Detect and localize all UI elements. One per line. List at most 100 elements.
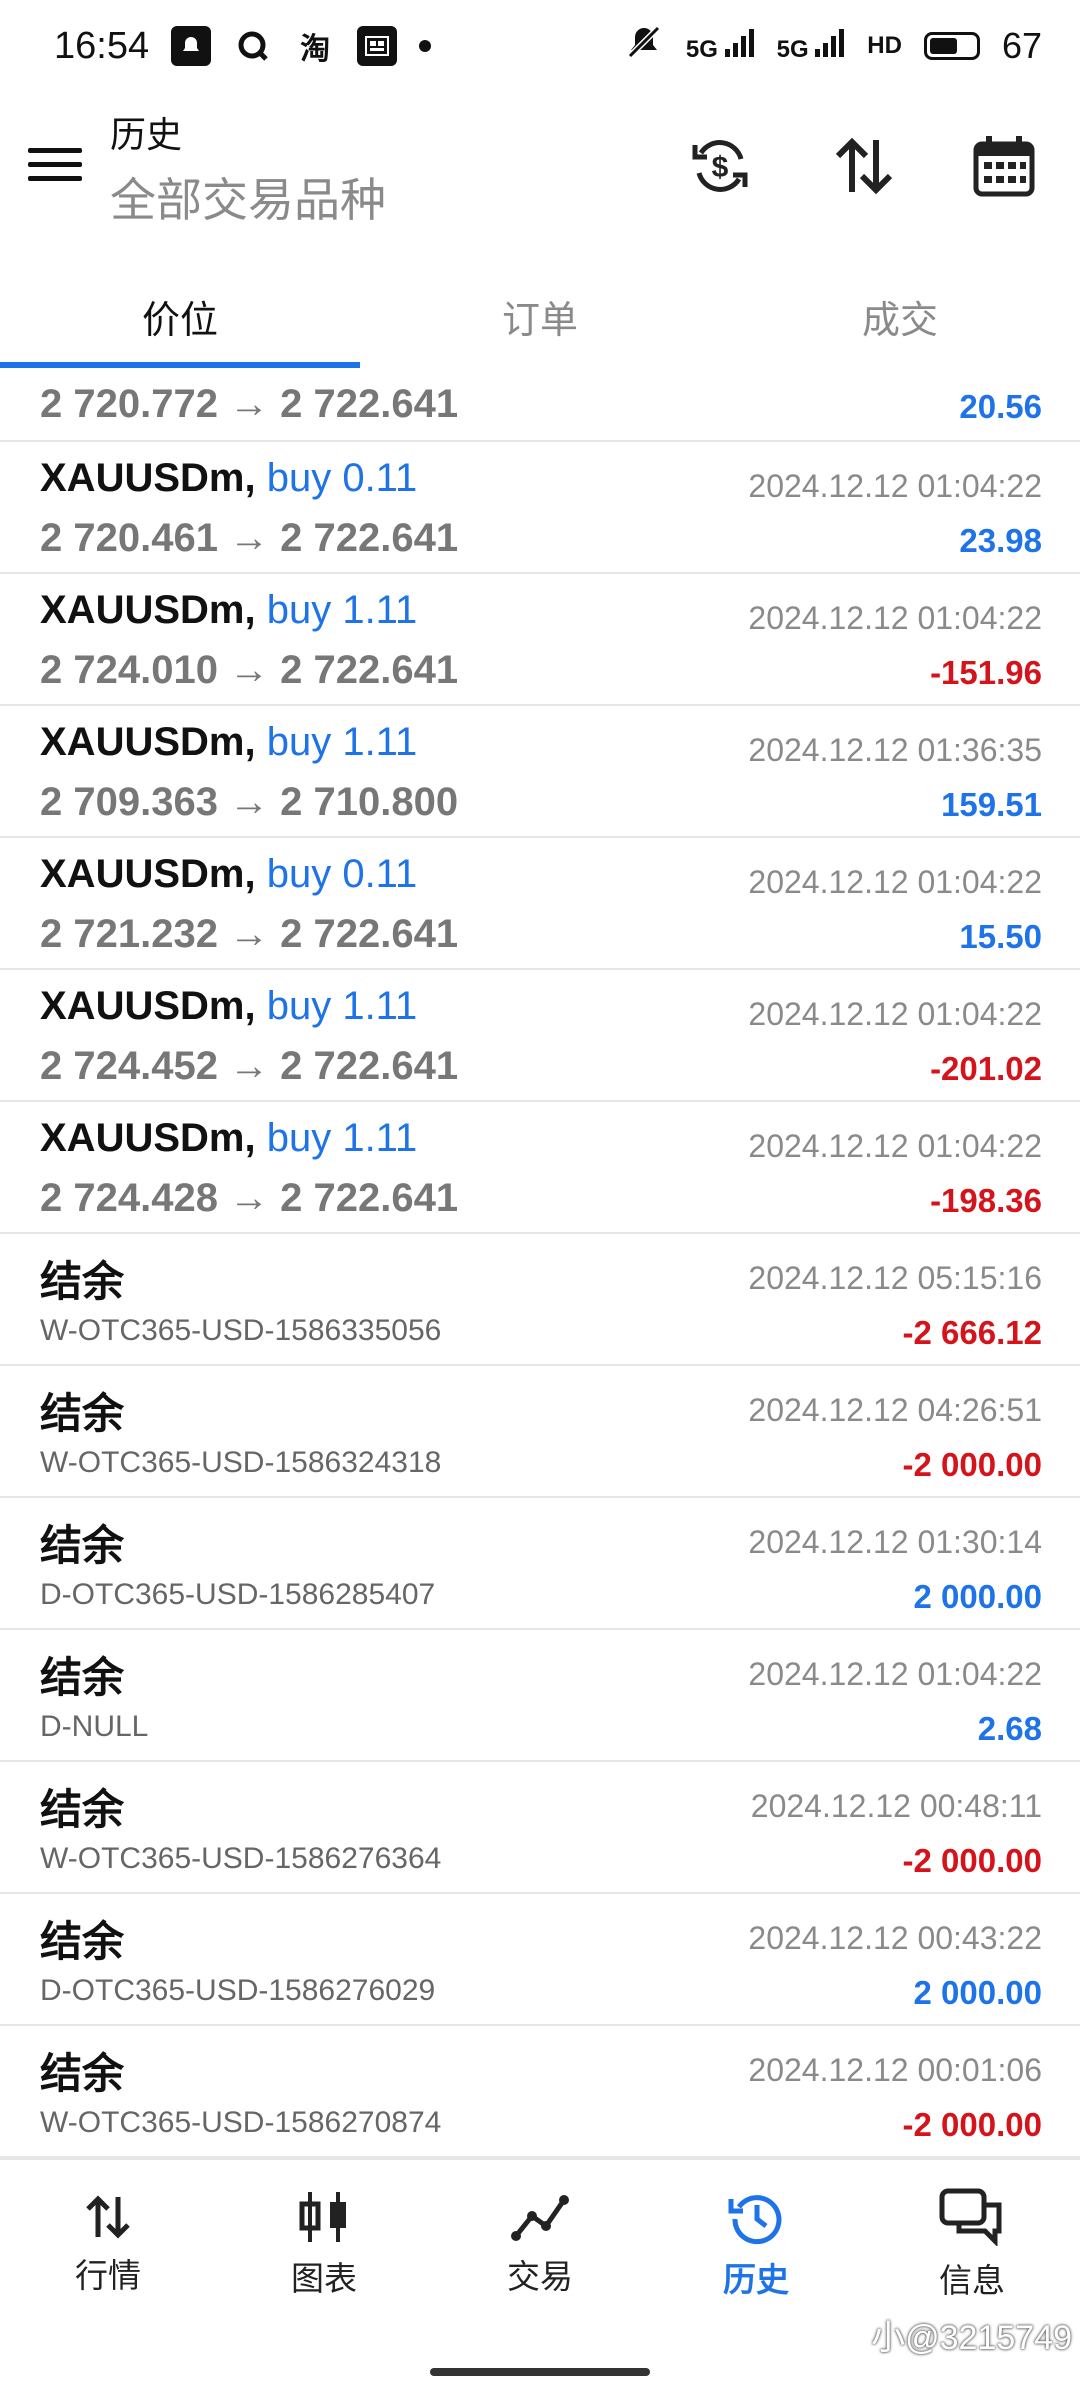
balance-date: 2024.12.12 00:48:11 — [750, 1788, 1042, 1824]
tab-bar: 价位 订单 成交 — [0, 262, 1080, 370]
battery-fill — [929, 38, 958, 54]
deal-row[interactable]: XAUUSDm, buy 0.11 2 721.232 → 2 722.641 … — [0, 838, 1080, 970]
balance-label: 结余 — [40, 2050, 125, 2097]
balance-row[interactable]: 结余 D-OTC365-USD-1586285407 2024.12.12 01… — [0, 1498, 1080, 1630]
nav-chart-label: 图表 — [291, 2260, 357, 2297]
quotes-icon — [86, 2195, 130, 2239]
deal-symbol: XAUUSDm, — [40, 1116, 256, 1160]
balance-amount: -2 000.00 — [902, 1842, 1042, 1879]
nav-chart[interactable]: 图表 — [216, 2160, 432, 2330]
deal-row[interactable]: XAUUSDm, buy 1.11 2 724.452 → 2 722.641 … — [0, 970, 1080, 1102]
symbol-filter: 全部交易品种 — [110, 174, 386, 226]
balance-amount: -2 000.00 — [902, 1446, 1042, 1483]
bottom-nav: 行情 图表 交易 历史 信息 小@3215749 — [0, 2158, 1080, 2400]
tab-orders[interactable]: 订单 — [360, 262, 720, 370]
currency-convert-icon[interactable]: $ — [680, 126, 760, 206]
deal-date: 2024.12.12 01:04:22 — [748, 1128, 1042, 1164]
watermark: 小@3215749 — [871, 2319, 1072, 2357]
nav-history[interactable]: 历史 — [648, 2160, 864, 2330]
signal-2-label: 5G — [776, 35, 809, 63]
deal-side: buy 1.11 — [266, 984, 418, 1028]
nav-history-label: 历史 — [723, 2261, 789, 2298]
balance-comment: W-OTC365-USD-1586270874 — [40, 2106, 442, 2139]
balance-label: 结余 — [40, 1258, 125, 1305]
page-title: 历史 — [110, 114, 183, 155]
balance-date: 2024.12.12 04:26:51 — [748, 1392, 1042, 1428]
balance-amount: 2.68 — [977, 1710, 1042, 1747]
deal-prices: 2 720.461 → 2 722.641 — [40, 516, 459, 560]
deal-prices: 2 721.232 → 2 722.641 — [40, 912, 459, 956]
deal-date: 2024.12.12 01:04:22 — [748, 996, 1042, 1032]
balance-comment: D-NULL — [40, 1710, 149, 1743]
title-block[interactable]: 历史 全部交易品种 — [110, 106, 386, 230]
deal-symbol-line: XAUUSDm, buy 1.11 — [40, 1116, 417, 1161]
balance-label: 结余 — [40, 1390, 125, 1437]
deal-profit: 15.50 — [959, 918, 1042, 955]
balance-date: 2024.12.12 00:01:06 — [748, 2052, 1042, 2088]
status-bar: 16:54 淘 5G 5G HD 67 — [0, 0, 1080, 92]
deal-row[interactable]: XAUUSDm, buy 1.11 2 709.363 → 2 710.800 … — [0, 706, 1080, 838]
gallery-app-icon — [357, 26, 398, 66]
balance-date: 2024.12.12 00:43:22 — [748, 1920, 1042, 1956]
balance-amount: -2 666.12 — [902, 1314, 1042, 1351]
deal-symbol: XAUUSDm, — [40, 588, 256, 632]
balance-row[interactable]: 结余 W-OTC365-USD-1586335056 2024.12.12 05… — [0, 1234, 1080, 1366]
balance-amount: 2 000.00 — [913, 1578, 1042, 1615]
deal-date: 2024.12.12 01:04:22 — [748, 864, 1042, 900]
nav-quotes-label: 行情 — [75, 2257, 141, 2294]
history-icon — [728, 2195, 782, 2245]
balance-row[interactable]: 结余 W-OTC365-USD-1586276364 2024.12.12 00… — [0, 1762, 1080, 1894]
nav-quotes[interactable]: 行情 — [0, 2160, 216, 2330]
balance-date: 2024.12.12 01:04:22 — [748, 1656, 1042, 1692]
tab-deals[interactable]: 成交 — [720, 262, 1080, 370]
deal-row[interactable]: XAUUSDm, buy 1.11 2 724.428 → 2 722.641 … — [0, 1102, 1080, 1234]
balance-row[interactable]: 结余 W-OTC365-USD-1586324318 2024.12.12 04… — [0, 1366, 1080, 1498]
deal-prices: 2 724.010 → 2 722.641 — [40, 648, 459, 692]
sort-icon[interactable] — [824, 126, 904, 206]
calendar-icon[interactable] — [964, 126, 1044, 206]
deal-date: 2024.12.12 01:04:22 — [748, 600, 1042, 636]
signal-1: 5G — [685, 28, 755, 64]
history-list[interactable]: 2 720.772 → 2 722.641 20.56 XAUUSDm, buy… — [0, 368, 1080, 2158]
deal-profit: 159.51 — [941, 786, 1042, 823]
deal-date: 2024.12.12 01:04:22 — [748, 468, 1042, 504]
deal-symbol: XAUUSDm, — [40, 984, 256, 1028]
nav-trade[interactable]: 交易 — [432, 2160, 648, 2330]
signal-bars-icon — [724, 28, 754, 57]
deal-symbol-line: XAUUSDm, buy 1.11 — [40, 588, 417, 633]
balance-row[interactable]: 结余 D-NULL 2024.12.12 01:04:22 2.68 — [0, 1630, 1080, 1762]
deal-symbol: XAUUSDm, — [40, 456, 256, 500]
signal-1-label: 5G — [685, 35, 718, 63]
signal-2: 5G — [776, 28, 846, 64]
nav-messages-label: 信息 — [939, 2262, 1005, 2299]
signal-bars-icon — [815, 28, 845, 57]
deal-symbol: XAUUSDm, — [40, 720, 256, 764]
messages-icon — [939, 2188, 1002, 2246]
svg-text:$: $ — [712, 151, 729, 184]
balance-date: 2024.12.12 05:15:16 — [748, 1260, 1042, 1296]
deal-row[interactable]: XAUUSDm, buy 0.11 2 720.461 → 2 722.641 … — [0, 442, 1080, 574]
deal-row[interactable]: XAUUSDm, buy 1.11 2 724.010 → 2 722.641 … — [0, 574, 1080, 706]
nav-messages[interactable]: 信息 — [864, 2160, 1080, 2330]
q-app-icon — [233, 26, 273, 66]
nav-trade-label: 交易 — [507, 2258, 573, 2295]
balance-comment: W-OTC365-USD-1586324318 — [40, 1446, 442, 1479]
home-indicator[interactable] — [430, 2368, 650, 2376]
balance-comment: W-OTC365-USD-1586276364 — [40, 1842, 442, 1875]
balance-label: 结余 — [40, 1786, 125, 1833]
tab-positions[interactable]: 价位 — [0, 262, 360, 370]
hd-indicator: HD — [867, 32, 902, 59]
bell-app-icon — [171, 26, 212, 66]
balance-label: 结余 — [40, 1522, 125, 1569]
deal-side: buy 1.11 — [266, 1116, 418, 1160]
balance-row[interactable]: 结余 W-OTC365-USD-1586270874 2024.12.12 00… — [0, 2026, 1080, 2158]
deal-row[interactable]: 2 720.772 → 2 722.641 20.56 — [0, 368, 1080, 442]
menu-icon[interactable] — [28, 137, 82, 191]
balance-row[interactable]: 结余 D-OTC365-USD-1586276029 2024.12.12 00… — [0, 1894, 1080, 2026]
balance-comment: D-OTC365-USD-1586276029 — [40, 1974, 436, 2007]
deal-side: buy 0.11 — [266, 456, 418, 500]
status-right: 5G 5G HD 67 — [624, 24, 1042, 69]
balance-amount: 2 000.00 — [913, 1974, 1042, 2011]
notification-dot-icon — [419, 40, 432, 52]
trade-icon — [511, 2195, 569, 2241]
